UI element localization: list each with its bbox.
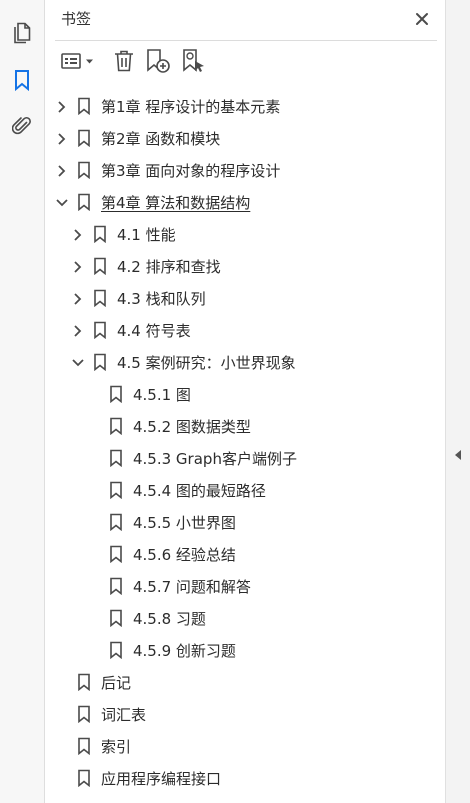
bookmark-item[interactable]: 第1章 程序设计的基本元素 [45, 91, 445, 123]
bookmark-label: 词汇表 [101, 706, 147, 724]
bookmark-item[interactable]: 4.5.8 习题 [45, 603, 445, 635]
panel-title: 书签 [61, 10, 92, 28]
bookmark-item[interactable]: 4.4 符号表 [45, 315, 445, 347]
bookmark-icon [109, 385, 123, 404]
bookmark-item[interactable]: 4.3 栈和队列 [45, 283, 445, 315]
bookmarks-panel: 书签 第1章 程序设计的基本元素 第2章 函数和模块 第3章 面向对象的程序设计… [45, 0, 445, 803]
expand-panel-arrow-icon[interactable] [453, 447, 463, 461]
bookmark-item[interactable]: 词汇表 [45, 699, 445, 731]
bookmark-icon [77, 97, 91, 116]
bookmark-label: 第1章 程序设计的基本元素 [101, 98, 281, 116]
delete-bookmark-button[interactable] [111, 49, 137, 77]
bookmark-label: 应用程序编程接口 [101, 770, 222, 788]
options-menu-icon [60, 51, 96, 75]
bookmark-label: 4.5.5 小世界图 [133, 514, 236, 532]
bookmark-label: 4.5.8 习题 [133, 610, 206, 628]
bookmark-item[interactable]: 应用程序编程接口 [45, 763, 445, 795]
paperclip-icon[interactable] [7, 111, 37, 141]
bookmark-label: 第2章 函数和模块 [101, 130, 221, 148]
bookmark-label: 4.5 案例研究：小世界现象 [117, 354, 296, 372]
bookmark-item[interactable]: 4.5.3 Graph客户端例子 [45, 443, 445, 475]
bookmark-label: 4.5.1 图 [133, 386, 191, 404]
bookmark-icon [77, 673, 91, 692]
bookmark-item[interactable]: 4.5.7 问题和解答 [45, 571, 445, 603]
bookmark-icon [109, 609, 123, 628]
bookmark-icon [77, 193, 91, 212]
bookmark-label: 4.5.4 图的最短路径 [133, 482, 266, 500]
bookmark-icon [109, 417, 123, 436]
bookmark-icon [93, 353, 107, 372]
navigation-rail [0, 0, 45, 803]
bookmark-icon [109, 449, 123, 468]
bookmark-label: 索引 [101, 738, 132, 756]
header-divider [55, 40, 437, 41]
bookmark-label: 4.5.6 经验总结 [133, 546, 236, 564]
chevron-right-icon[interactable] [71, 259, 85, 275]
bookmark-label: 4.5.9 创新习题 [133, 642, 236, 660]
chevron-right-icon[interactable] [55, 163, 69, 179]
find-bookmark-icon [180, 48, 206, 78]
chevron-right-icon[interactable] [55, 131, 69, 147]
bookmark-item[interactable]: 4.5 案例研究：小世界现象 [45, 347, 445, 379]
chevron-right-icon[interactable] [71, 227, 85, 243]
bookmark-icon [93, 225, 107, 244]
bookmark-label: 4.5.2 图数据类型 [133, 418, 251, 436]
bookmark-label: 4.2 排序和查找 [117, 258, 221, 276]
bookmark-item[interactable]: 索引 [45, 731, 445, 763]
bookmark-label: 4.3 栈和队列 [117, 290, 206, 308]
bookmark-label: 后记 [101, 674, 132, 692]
bookmark-icon [93, 321, 107, 340]
bookmark-label: 4.5.7 问题和解答 [133, 578, 251, 596]
bookmark-label: 4.4 符号表 [117, 322, 191, 340]
bookmark-item[interactable]: 后记 [45, 667, 445, 699]
bookmark-label: 第3章 面向对象的程序设计 [101, 162, 281, 180]
bookmark-label: 第4章 算法和数据结构 [101, 194, 251, 212]
bookmark-item[interactable]: 4.2 排序和查找 [45, 251, 445, 283]
chevron-down-icon[interactable] [55, 195, 69, 211]
bookmark-icon [109, 513, 123, 532]
bookmark-item[interactable]: 4.5.9 创新习题 [45, 635, 445, 667]
bookmark-icon [77, 705, 91, 724]
delete-icon [113, 49, 135, 77]
new-bookmark-icon [145, 48, 171, 78]
pages-icon[interactable] [7, 18, 37, 48]
chevron-down-icon[interactable] [71, 355, 85, 371]
bookmark-item[interactable]: 4.5.6 经验总结 [45, 539, 445, 571]
bookmark-item[interactable]: 4.5.4 图的最短路径 [45, 475, 445, 507]
bookmark-item[interactable]: 4.5.2 图数据类型 [45, 411, 445, 443]
bookmark-icon [109, 481, 123, 500]
bookmark-icon [109, 641, 123, 660]
bookmark-item[interactable]: 第3章 面向对象的程序设计 [45, 155, 445, 187]
bookmark-label: 4.1 性能 [117, 226, 176, 244]
document-edge-strip [445, 0, 470, 803]
bookmark-item[interactable]: 第2章 函数和模块 [45, 123, 445, 155]
bookmark-item[interactable]: 4.1 性能 [45, 219, 445, 251]
options-menu-button[interactable] [59, 49, 97, 77]
close-icon[interactable] [411, 8, 433, 30]
bookmark-icon [77, 737, 91, 756]
chevron-right-icon[interactable] [71, 323, 85, 339]
find-bookmark-button[interactable] [179, 49, 207, 77]
bookmark-label: 4.5.3 Graph客户端例子 [133, 450, 297, 468]
bookmark-icon [109, 545, 123, 564]
bookmark-item[interactable]: 4.5.5 小世界图 [45, 507, 445, 539]
bookmark-item[interactable]: 第4章 算法和数据结构 [45, 187, 445, 219]
bookmark-icon[interactable] [7, 65, 37, 95]
bookmark-icon [77, 129, 91, 148]
bookmark-icon [77, 769, 91, 788]
new-bookmark-button[interactable] [144, 49, 172, 77]
bookmark-icon [93, 257, 107, 276]
bookmark-icon [77, 161, 91, 180]
chevron-right-icon[interactable] [71, 291, 85, 307]
bookmark-icon [109, 577, 123, 596]
bookmark-icon [93, 289, 107, 308]
chevron-right-icon[interactable] [55, 99, 69, 115]
bookmark-item[interactable]: 4.5.1 图 [45, 379, 445, 411]
